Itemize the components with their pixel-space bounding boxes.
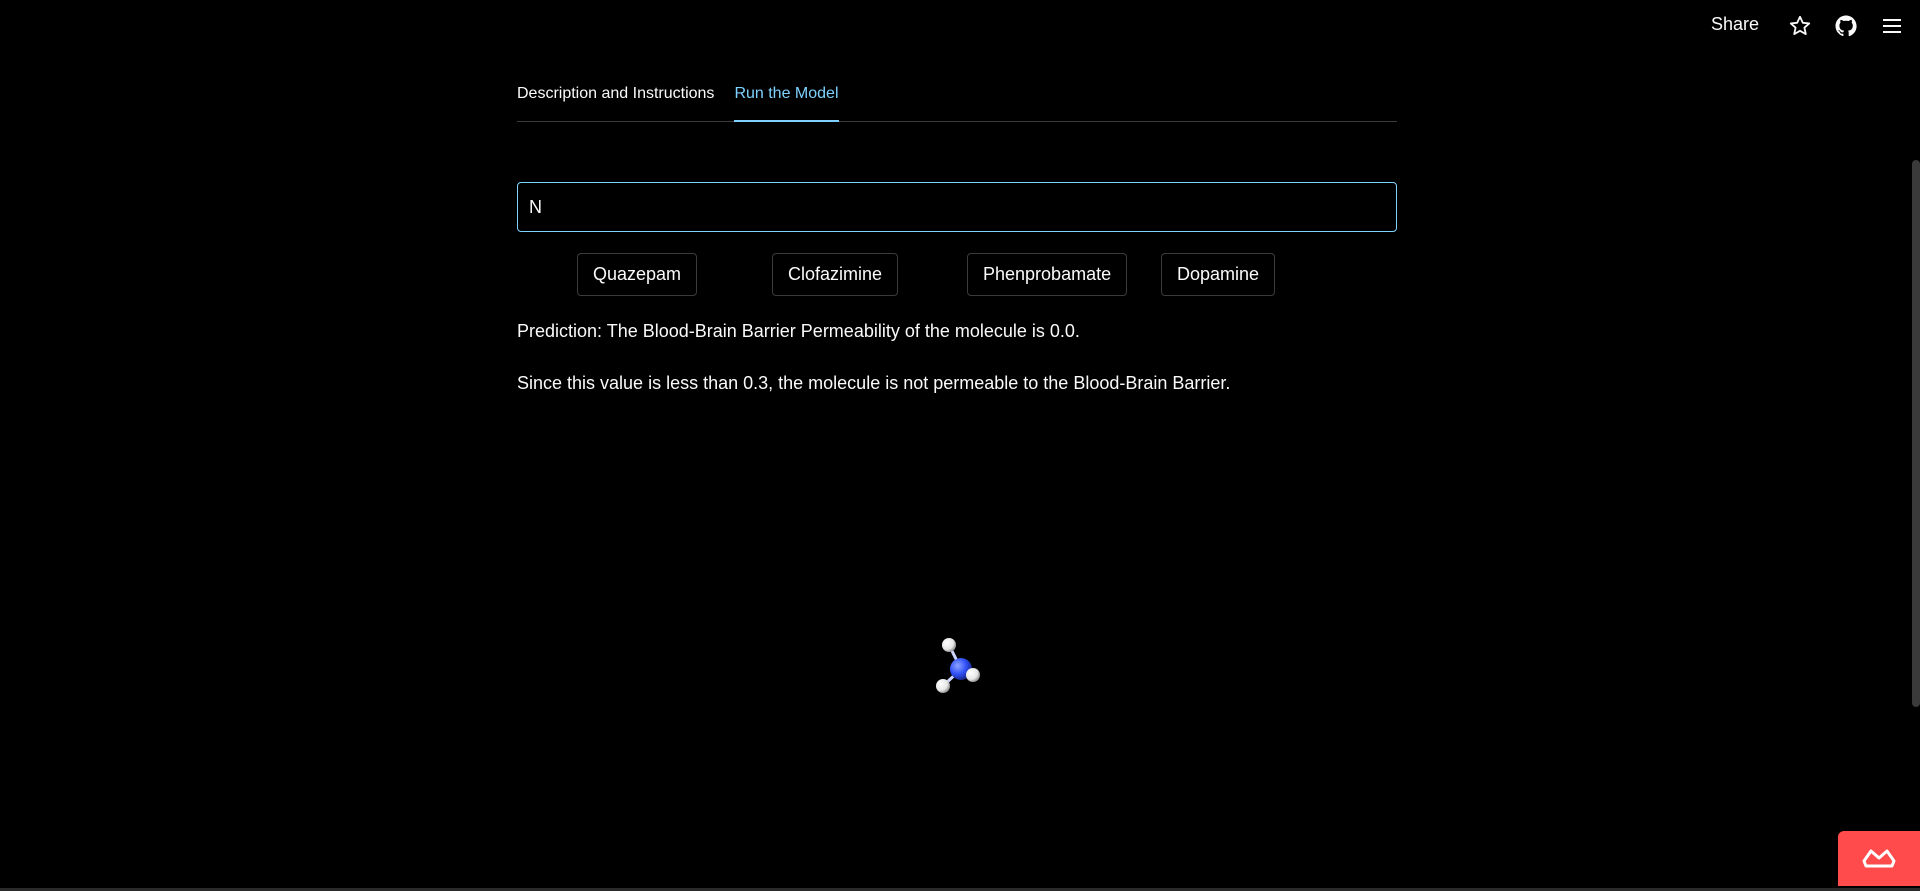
example-button-dopamine[interactable]: Dopamine: [1161, 253, 1276, 296]
share-button[interactable]: Share: [1699, 14, 1771, 35]
hamburger-menu-icon[interactable]: [1880, 14, 1904, 38]
example-button-quazepam[interactable]: Quazepam: [577, 253, 698, 296]
star-icon[interactable]: [1788, 14, 1812, 38]
github-icon[interactable]: [1834, 14, 1858, 38]
explanation-text: Since this value is less than 0.3, the m…: [517, 373, 1231, 393]
tab-description[interactable]: Description and Instructions: [517, 80, 714, 115]
example-button-clofazimine[interactable]: Clofazimine: [772, 253, 899, 296]
streamlit-badge[interactable]: [1838, 831, 1920, 886]
hydrogen-atom: [936, 679, 950, 693]
smiles-input[interactable]: [517, 182, 1397, 232]
hydrogen-atom: [942, 638, 956, 652]
molecule-3d-viewer[interactable]: [925, 635, 985, 695]
tab-bar: Description and Instructions Run the Mod…: [517, 80, 1397, 122]
prediction-text: Prediction: The Blood-Brain Barrier Perm…: [517, 321, 1080, 341]
crown-icon: [1862, 849, 1896, 868]
vertical-scrollbar[interactable]: [1912, 160, 1920, 707]
tab-run-model[interactable]: Run the Model: [734, 80, 839, 122]
hydrogen-atom: [966, 668, 980, 682]
example-button-phenprobamate[interactable]: Phenprobamate: [967, 253, 1128, 296]
